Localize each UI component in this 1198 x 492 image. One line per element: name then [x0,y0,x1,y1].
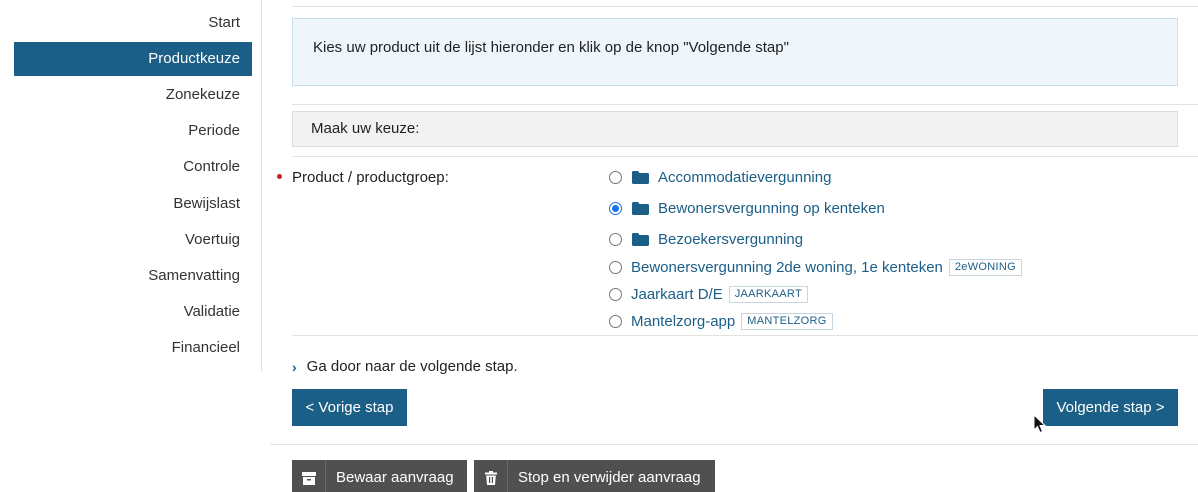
folder-icon [632,201,649,215]
option-label[interactable]: Jaarkaart D/E [631,286,723,303]
option-label[interactable]: Bewonersvergunning op kenteken [658,200,885,217]
option-label[interactable]: Bezoekersvergunning [658,231,803,248]
sidebar-item-bewijslast[interactable]: Bewijslast [14,187,252,221]
required-indicator [277,174,282,179]
option-mantelzorg-app[interactable]: Mantelzorg-app MANTELZORG [609,309,833,333]
chevron-right-icon: › [292,358,297,375]
sidebar-item-start[interactable]: Start [14,6,252,40]
archive-icon [292,460,326,492]
product-field-label: Product / productgroep: [292,169,449,186]
folder-icon [632,232,649,246]
radio-button[interactable] [609,287,622,301]
mouse-cursor-icon [1033,414,1047,434]
folder-icon [632,170,649,184]
previous-step-button[interactable]: < Vorige stap [292,389,407,426]
option-accommodatievergunning[interactable]: Accommodatievergunning [609,165,831,189]
radio-button[interactable] [609,314,622,328]
sidebar-item-zonekeuze[interactable]: Zonekeuze [14,78,252,112]
instruction-text: Kies uw product uit de lijst hieronder e… [313,39,789,56]
divider [292,104,1198,105]
divider [270,444,1198,445]
trash-icon [474,460,508,492]
sidebar-item-samenvatting[interactable]: Samenvatting [14,259,252,293]
option-jaarkaart[interactable]: Jaarkaart D/E JAARKAART [609,282,808,306]
main-content: Kies uw product uit de lijst hieronder e… [270,0,1198,492]
radio-button[interactable] [609,260,622,274]
option-label[interactable]: Mantelzorg-app [631,313,735,330]
sidebar-item-periode[interactable]: Periode [14,114,252,148]
radio-button[interactable] [609,232,622,246]
next-step-button[interactable]: Volgende stap > [1043,389,1178,426]
next-step-hint: › Ga door naar de volgende stap. [292,358,518,375]
instruction-box: Kies uw product uit de lijst hieronder e… [292,18,1178,86]
radio-button[interactable] [609,170,622,184]
radio-button-selected[interactable] [609,201,622,215]
choose-heading: Maak uw keuze: [292,111,1178,147]
divider [292,6,1198,7]
next-step-hint-text: Ga door naar de volgende stap. [306,358,518,375]
divider [292,335,1198,336]
option-label[interactable]: Bewonersvergunning 2de woning, 1e kentek… [631,259,943,276]
option-bewonersvergunning-kenteken[interactable]: Bewonersvergunning op kenteken [609,196,885,220]
option-bewonersvergunning-2de-woning[interactable]: Bewonersvergunning 2de woning, 1e kentek… [609,255,1022,279]
stop-delete-request-button[interactable]: Stop en verwijder aanvraag [474,460,715,492]
sidebar-item-productkeuze[interactable]: Productkeuze [14,42,252,76]
sidebar-item-validatie[interactable]: Validatie [14,295,252,329]
product-code-badge: 2eWONING [948,258,1022,276]
option-label[interactable]: Accommodatievergunning [658,169,831,186]
product-code-badge: JAARKAART [728,285,808,303]
divider [292,156,1198,157]
product-code-badge: MANTELZORG [741,312,833,330]
save-request-label[interactable]: Bewaar aanvraag [326,460,454,492]
sidebar-item-controle[interactable]: Controle [14,150,252,184]
sidebar-item-financieel[interactable]: Financieel [14,331,252,365]
sidebar-item-voertuig[interactable]: Voertuig [14,223,252,257]
stop-delete-request-label[interactable]: Stop en verwijder aanvraag [508,460,701,492]
sidebar: Start Productkeuze Zonekeuze Periode Con… [0,0,262,372]
save-request-button[interactable]: Bewaar aanvraag [292,460,467,492]
option-bezoekersvergunning[interactable]: Bezoekersvergunning [609,227,803,251]
